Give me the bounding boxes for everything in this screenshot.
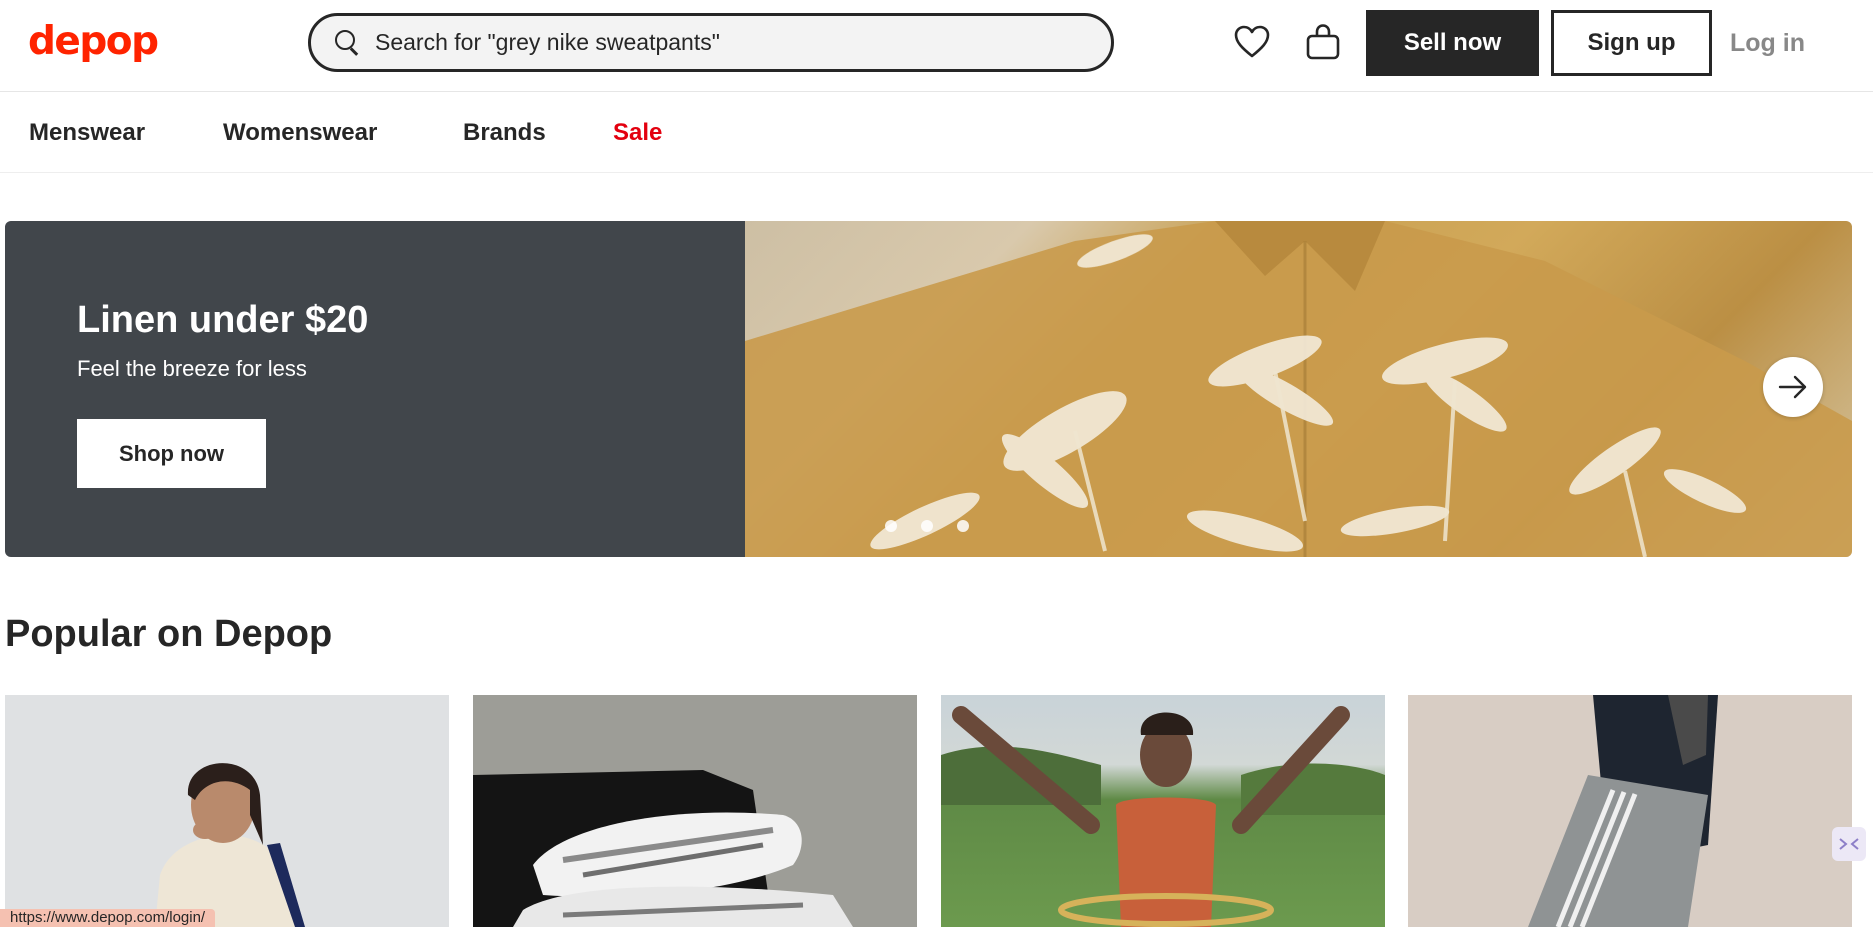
status-bar-url: https://www.depop.com/login/ [0, 909, 216, 927]
carousel-dot-2[interactable] [921, 520, 933, 532]
wishlist-button[interactable] [1230, 20, 1274, 64]
product-image [473, 770, 853, 927]
carousel-dot-3[interactable] [957, 520, 969, 532]
banner-title: Linen under $20 [77, 299, 369, 341]
bag-button[interactable] [1301, 20, 1345, 64]
product-card[interactable] [473, 695, 917, 927]
nav-item-menswear[interactable]: Menswear [29, 117, 145, 149]
promo-banner: Linen under $20 Feel the breeze for less… [5, 221, 1852, 557]
shop-now-button[interactable]: Shop now [77, 419, 266, 488]
popular-section-title: Popular on Depop [5, 613, 333, 655]
header: depop Sell now Sign up Log in [0, 0, 1873, 92]
search-icon [335, 29, 361, 56]
nav-item-brands[interactable]: Brands [463, 117, 546, 149]
banner-next-button[interactable] [1763, 357, 1823, 417]
arrow-right-icon [1778, 375, 1807, 399]
category-nav: Menswear Womenswear Brands Sale [0, 93, 1873, 173]
sell-now-button[interactable]: Sell now [1366, 10, 1539, 76]
collapse-widget-icon[interactable] [1832, 827, 1866, 861]
product-card[interactable] [5, 695, 449, 927]
search-bar[interactable] [308, 13, 1114, 72]
product-card[interactable] [941, 695, 1385, 927]
carousel-dots [885, 520, 969, 532]
search-input[interactable] [375, 22, 1075, 63]
product-image [1528, 695, 1718, 927]
nav-item-womenswear[interactable]: Womenswear [223, 117, 377, 149]
log-in-link[interactable]: Log in [1730, 26, 1805, 60]
heart-icon [1234, 25, 1270, 58]
sign-up-button[interactable]: Sign up [1551, 10, 1712, 76]
product-image [155, 763, 305, 927]
chevrons-icon [1839, 838, 1859, 850]
banner-subtitle: Feel the breeze for less [77, 356, 307, 381]
bag-icon [1306, 24, 1340, 60]
nav-item-sale[interactable]: Sale [613, 117, 662, 149]
product-image [941, 706, 1385, 927]
banner-image[interactable] [745, 221, 1852, 557]
product-card[interactable] [1408, 695, 1852, 927]
depop-logo[interactable]: depop [28, 18, 159, 66]
carousel-dot-1[interactable] [885, 520, 897, 532]
banner-text-panel: Linen under $20 Feel the breeze for less… [5, 221, 745, 557]
linen-shirt-image [745, 221, 1852, 557]
